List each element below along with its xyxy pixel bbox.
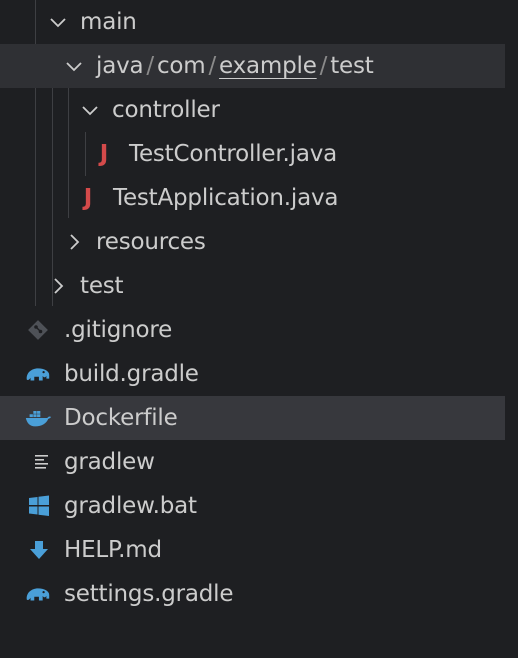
path-separator: /: [208, 53, 217, 79]
path-segment-test[interactable]: test: [330, 53, 374, 79]
tree-item-testcontroller-java[interactable]: J TestController.java: [0, 132, 505, 176]
tree-item-label: controller: [112, 97, 220, 123]
compact-folder-path: java / com / example / test: [96, 44, 374, 88]
tree-item-label: settings.gradle: [64, 581, 234, 607]
chevron-right-icon[interactable]: [47, 275, 69, 297]
tree-item-gitignore[interactable]: .gitignore: [0, 308, 505, 352]
tree-item-label: build.gradle: [64, 361, 199, 387]
tree-item-label: Dockerfile: [64, 405, 178, 431]
path-segment-example[interactable]: example: [219, 53, 317, 79]
tree-item-gradlew[interactable]: gradlew: [0, 440, 505, 484]
java-icon: J: [83, 185, 93, 211]
tree-item-label: gradlew: [64, 449, 155, 475]
git-icon: [24, 316, 52, 344]
tree-item-testapplication-java[interactable]: J TestApplication.java: [0, 176, 505, 220]
tree-item-java-path[interactable]: java / com / example / test: [0, 44, 505, 88]
tree-item-label: main: [80, 9, 137, 35]
windows-icon: [25, 492, 53, 520]
tree-item-main[interactable]: main: [0, 0, 505, 44]
tree-item-label: .gitignore: [64, 317, 173, 343]
docker-whale-icon: [24, 404, 52, 432]
tree-item-help-md[interactable]: HELP.md: [0, 528, 505, 572]
path-segment-com[interactable]: com: [157, 53, 206, 79]
gradle-elephant-icon: [24, 580, 52, 608]
file-explorer-tree: main java / com / example / test controller J …: [0, 0, 518, 658]
download-arrow-icon: [25, 536, 53, 564]
chevron-down-icon[interactable]: [79, 99, 101, 121]
path-separator: /: [319, 53, 328, 79]
tree-item-gradlew-bat[interactable]: gradlew.bat: [0, 484, 505, 528]
path-separator: /: [146, 53, 154, 79]
text-lines-icon: [28, 448, 56, 476]
tree-item-label: test: [80, 273, 124, 299]
tree-item-resources[interactable]: resources: [0, 220, 505, 264]
tree-item-settings-gradle[interactable]: settings.gradle: [0, 572, 505, 616]
chevron-down-icon[interactable]: [47, 11, 69, 33]
tree-item-label: HELP.md: [64, 537, 162, 563]
path-segment-java[interactable]: java: [96, 53, 144, 79]
tree-item-label: TestController.java: [129, 141, 338, 167]
tree-item-label: gradlew.bat: [64, 493, 197, 519]
tree-item-build-gradle[interactable]: build.gradle: [0, 352, 505, 396]
tree-item-controller[interactable]: controller: [0, 88, 505, 132]
tree-item-test[interactable]: test: [0, 264, 505, 308]
chevron-right-icon[interactable]: [63, 231, 85, 253]
java-icon: J: [99, 141, 109, 167]
tree-item-label: resources: [96, 229, 206, 255]
chevron-down-icon[interactable]: [63, 55, 85, 77]
gradle-elephant-icon: [24, 360, 52, 388]
tree-item-label: TestApplication.java: [113, 185, 339, 211]
tree-item-dockerfile[interactable]: Dockerfile: [0, 396, 505, 440]
